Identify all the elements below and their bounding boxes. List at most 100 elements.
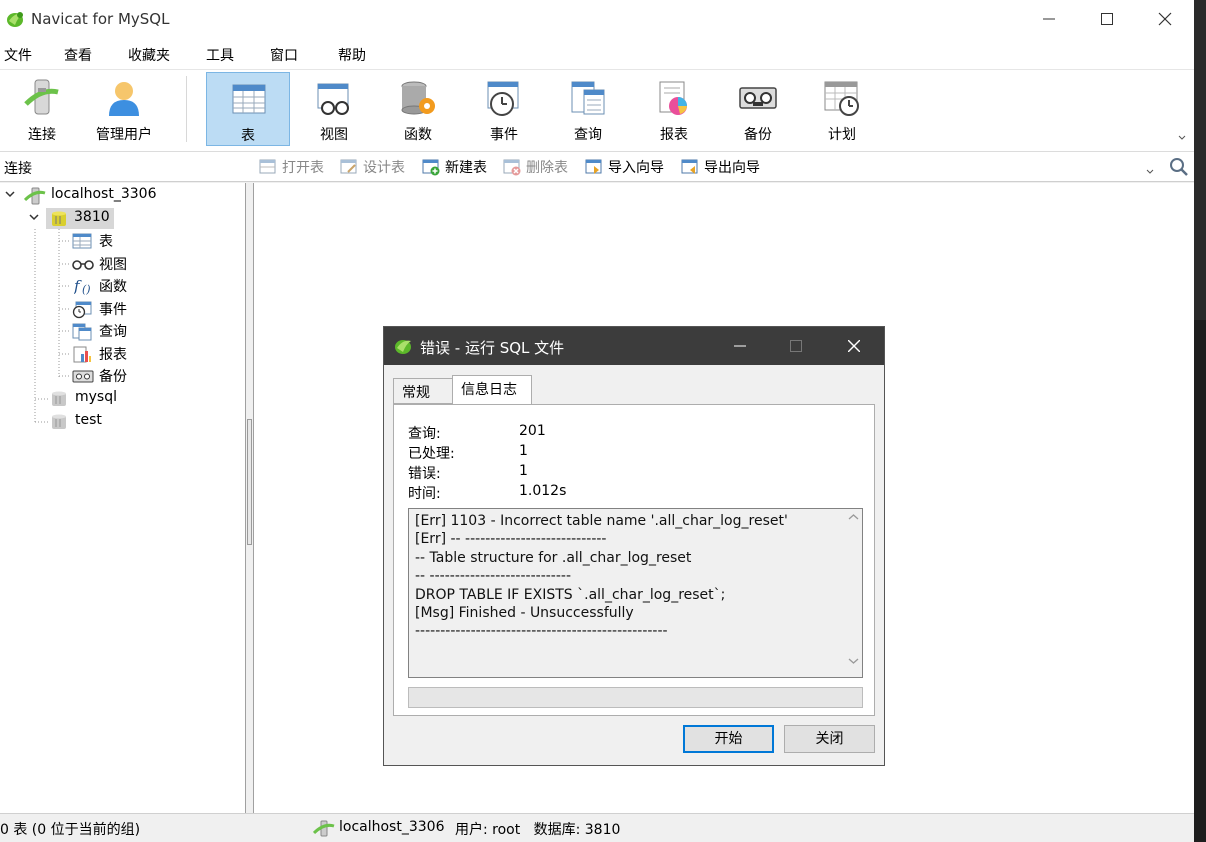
svg-text:f: f [74, 277, 82, 295]
tree-item-reports-label: 报表 [99, 347, 127, 363]
log-line: ----------------------------------------… [415, 623, 668, 639]
start-button[interactable]: 开始 [683, 725, 774, 753]
menu-tools[interactable]: 工具 [206, 45, 234, 65]
design-table-label: 设计表 [363, 160, 405, 176]
objbar-overflow-icon[interactable] [1145, 168, 1155, 176]
status-connection-label: localhost_3306 [339, 819, 445, 835]
menu-view[interactable]: 查看 [64, 45, 92, 65]
search-icon[interactable] [1169, 157, 1189, 177]
export-wizard-icon [681, 159, 698, 174]
tree-database-label: 3810 [74, 209, 110, 225]
menu-help[interactable]: 帮助 [338, 45, 366, 65]
dialog-minimize-button[interactable] [712, 327, 768, 365]
toolbar-report-button[interactable]: 报表 [632, 72, 716, 146]
toolbar-overflow-icon[interactable] [1177, 134, 1187, 142]
toolbar-table-label: 表 [241, 128, 255, 144]
minimize-icon [734, 345, 746, 347]
info-key: 时间: [408, 486, 441, 502]
close-button[interactable] [1136, 0, 1194, 38]
export-wizard-label: 导出向导 [704, 160, 760, 176]
log-line: -- Table structure for .all_char_log_res… [415, 550, 692, 566]
function-icon: f() [74, 277, 91, 295]
menu-bar: 文件 查看 收藏夹 工具 窗口 帮助 [0, 38, 1194, 70]
dialog-maximize-button [768, 327, 824, 365]
minimize-icon [1043, 18, 1055, 20]
close-dialog-button[interactable]: 关闭 [784, 725, 875, 753]
tree-item-views-label: 视图 [99, 257, 127, 273]
dialog-close-button[interactable] [826, 327, 882, 365]
tree-db-mysql-label: mysql [75, 389, 117, 405]
tab-message-log[interactable]: 信息日志 [452, 375, 532, 405]
database-closed-icon [52, 414, 66, 429]
expand-chevron-icon[interactable] [4, 188, 16, 200]
message-log-textarea[interactable]: [Err] 1103 - Incorrect table name '.all_… [408, 508, 863, 678]
schedule-icon [824, 81, 859, 116]
toolbar-schedule-label: 计划 [828, 127, 856, 143]
status-bar: 0 表 (0 位于当前的组) localhost_3306 用户: root 数… [0, 813, 1194, 842]
navicat-logo-icon [395, 340, 411, 354]
toolbar-function-button[interactable]: 函数 [376, 72, 460, 146]
toolbar-backup-label: 备份 [744, 127, 772, 143]
tab-general[interactable]: 常规 [393, 378, 453, 404]
tree-db-guide-lines [34, 229, 49, 423]
log-line: -- ---------------------------- [415, 568, 572, 584]
background-window-edge [1194, 0, 1206, 320]
splitter-grip[interactable] [247, 419, 252, 545]
scroll-up-icon[interactable] [848, 513, 859, 521]
toolbar-query-label: 查询 [574, 127, 602, 143]
toolbar-event-button[interactable]: 事件 [462, 72, 546, 146]
toolbar-schedule-button[interactable]: 计划 [800, 72, 884, 146]
navicat-logo-icon [7, 12, 23, 27]
toolbar-view-button[interactable]: 视图 [292, 72, 376, 146]
toolbar-user-button[interactable]: 管理用户 [82, 72, 166, 146]
pane-splitter[interactable] [246, 183, 253, 813]
toolbar-function-label: 函数 [404, 127, 432, 143]
maximize-icon [790, 340, 802, 352]
menu-file[interactable]: 文件 [4, 45, 32, 65]
expand-chevron-icon[interactable] [28, 211, 40, 223]
status-user-db: 用户: root 数据库: 3810 [455, 822, 621, 838]
maximize-button[interactable] [1078, 0, 1136, 38]
connection-icon [24, 187, 46, 205]
event-icon [487, 81, 519, 116]
toolbar-table-button[interactable]: 表 [206, 72, 290, 146]
database-closed-icon [52, 391, 66, 406]
log-line: [Err] -- ---------------------------- [415, 531, 607, 547]
title-bar: Navicat for MySQL [0, 0, 1194, 38]
menu-window[interactable]: 窗口 [270, 45, 298, 65]
info-value: 201 [519, 423, 546, 439]
log-line: [Msg] Finished - Unsuccessfully [415, 605, 634, 621]
connection-pane-header: 连接 [4, 161, 32, 177]
delete-table-label: 删除表 [526, 160, 568, 176]
tree-item-functions-label: 函数 [99, 279, 127, 295]
function-icon [401, 81, 435, 115]
toolbar-backup-button[interactable]: 备份 [716, 72, 800, 146]
report-icon [659, 81, 687, 115]
view-icon [72, 260, 94, 270]
log-scrollbar[interactable] [845, 509, 862, 677]
connection-icon [313, 820, 335, 837]
minimize-button[interactable] [1020, 0, 1078, 38]
toolbar-query-button[interactable]: 查询 [546, 72, 630, 146]
toolbar-connection-button[interactable]: 连接 [0, 72, 84, 146]
log-line: DROP TABLE IF EXISTS `.all_char_log_rese… [415, 587, 726, 603]
import-wizard-label: 导入向导 [608, 160, 664, 176]
maximize-icon [1101, 13, 1113, 25]
scroll-down-icon[interactable] [848, 657, 859, 665]
log-line: [Err] 1103 - Incorrect table name '.all_… [415, 513, 788, 529]
status-object-count: 0 表 (0 位于当前的组) [0, 822, 141, 838]
toolbar-connection-label: 连接 [28, 127, 56, 143]
connection-tree-pane: localhost_3306 3810 表 视图 f() 函数 事件 查询 报表… [0, 183, 246, 813]
view-icon [317, 83, 349, 115]
query-icon [72, 323, 92, 341]
run-sql-error-dialog: 错误 - 运行 SQL 文件 常规 信息日志 查询: 201 已处理: 1 错误… [383, 326, 885, 766]
table-icon [72, 233, 92, 249]
table-icon [232, 84, 266, 114]
toolbar-report-label: 报表 [660, 127, 688, 143]
menu-favorites[interactable]: 收藏夹 [128, 45, 170, 65]
close-icon [848, 340, 860, 352]
info-key: 错误: [408, 466, 441, 482]
tree-item-tables-label: 表 [99, 234, 113, 250]
info-value: 1 [519, 463, 528, 479]
info-key: 已处理: [408, 446, 455, 462]
